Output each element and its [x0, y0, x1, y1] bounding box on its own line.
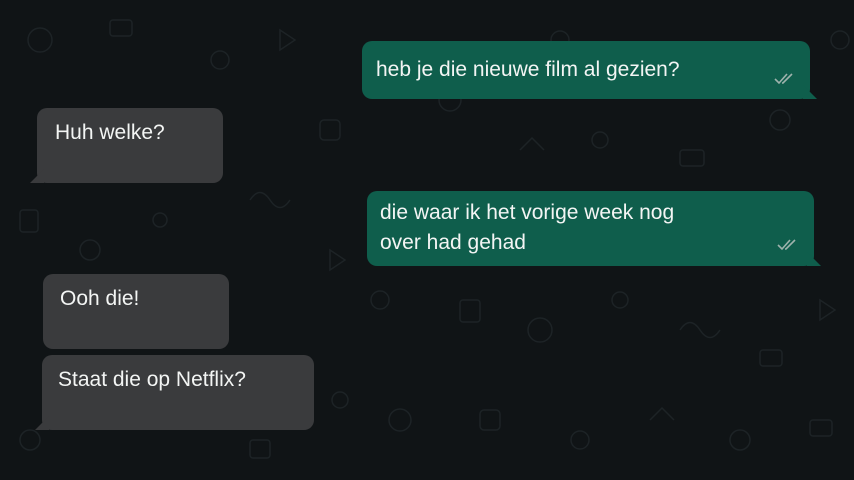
outgoing-message-bubble[interactable]: heb je die nieuwe film al gezien? [362, 41, 817, 99]
incoming-message-bubble[interactable]: Huh welke? [30, 108, 223, 183]
message-text: Staat die op Netflix? [58, 368, 246, 391]
message-text: heb je die nieuwe film al gezien? [376, 58, 680, 81]
message-text-line-2: over had gehad [380, 231, 526, 254]
message-text-line-1: die waar ik het vorige week nog [380, 201, 675, 224]
double-check-icon [777, 239, 797, 251]
outgoing-message-bubble[interactable]: die waar ik het vorige week nog over had… [367, 191, 821, 266]
double-check-icon [774, 73, 794, 85]
message-text: Ooh die! [60, 287, 140, 310]
incoming-message-bubble[interactable]: Ooh die! [43, 274, 229, 349]
message-text: Huh welke? [55, 121, 165, 144]
incoming-message-bubble[interactable]: Staat die op Netflix? [35, 355, 314, 430]
